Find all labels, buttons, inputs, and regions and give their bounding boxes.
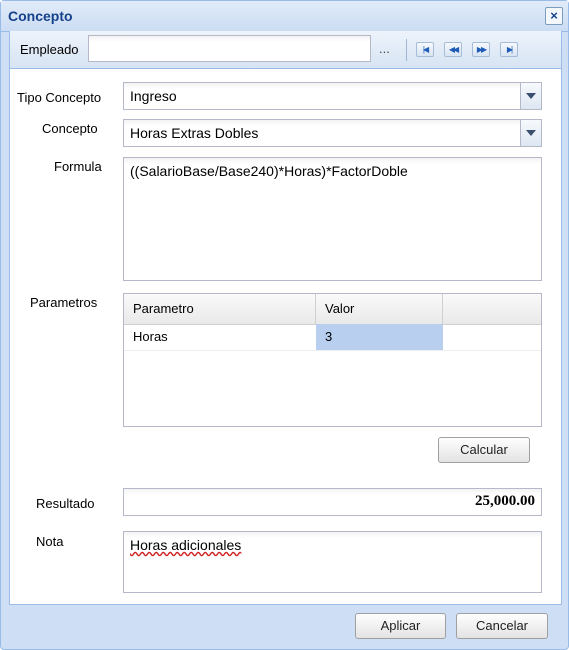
toolbar-separator — [406, 39, 407, 61]
cancelar-button[interactable]: Cancelar — [456, 613, 548, 639]
concepto-label: Concepto — [42, 121, 98, 136]
table-cell-parametro[interactable]: Horas — [124, 324, 316, 350]
nota-value: Horas adicionales — [130, 537, 242, 553]
dialog-footer: Aplicar Cancelar — [9, 605, 560, 645]
formula-textarea[interactable]: ((SalarioBase/Base240)*Horas)*FactorDobl… — [123, 157, 542, 281]
browse-employee-button[interactable]: ... — [379, 41, 390, 56]
window-title: Concepto — [8, 8, 73, 24]
empleado-input[interactable] — [88, 35, 371, 62]
calcular-button[interactable]: Calcular — [438, 437, 530, 463]
last-record-icon[interactable]: ▶| — [500, 42, 518, 57]
previous-record-icon[interactable]: ◀◀ — [444, 42, 462, 57]
nota-label: Nota — [36, 534, 64, 549]
column-header-parametro[interactable]: Parametro — [124, 294, 316, 324]
aplicar-button[interactable]: Aplicar — [355, 613, 446, 639]
tipo-concepto-label: Tipo Concepto — [17, 90, 102, 105]
window-body: Empleado ... |◀ ◀◀ ▶▶ ▶| Tipo Concepto I… — [9, 31, 562, 605]
nota-textarea[interactable]: Horas adicionales — [123, 531, 542, 593]
chevron-down-icon[interactable] — [520, 120, 541, 146]
tipo-concepto-value: Ingreso — [130, 88, 177, 104]
chevron-down-icon[interactable] — [520, 83, 541, 109]
empleado-label: Empleado — [20, 42, 79, 57]
resultado-field: 25,000.00 — [123, 488, 542, 516]
grid-header: Parametro Valor — [124, 294, 541, 325]
close-icon[interactable]: × — [545, 7, 563, 25]
parametros-grid: Parametro Valor Horas 3 — [123, 293, 542, 427]
next-record-icon[interactable]: ▶▶ — [472, 42, 490, 57]
employee-toolbar: Empleado ... |◀ ◀◀ ▶▶ ▶| — [10, 31, 561, 69]
column-header-valor[interactable]: Valor — [316, 294, 443, 324]
concepto-value: Horas Extras Dobles — [130, 125, 259, 141]
resultado-label: Resultado — [36, 496, 95, 511]
concepto-select[interactable]: Horas Extras Dobles — [123, 119, 542, 147]
table-row[interactable]: Horas 3 — [124, 324, 541, 351]
first-record-icon[interactable]: |◀ — [416, 42, 434, 57]
parametros-label: Parametros — [30, 295, 98, 310]
window-titlebar[interactable]: Concepto × — [1, 1, 568, 32]
table-cell-valor[interactable]: 3 — [316, 324, 443, 350]
concepto-window: Concepto × Empleado ... |◀ ◀◀ ▶▶ ▶| Tipo… — [0, 0, 569, 650]
formula-label: Formula — [54, 159, 102, 174]
tipo-concepto-select[interactable]: Ingreso — [123, 82, 542, 110]
